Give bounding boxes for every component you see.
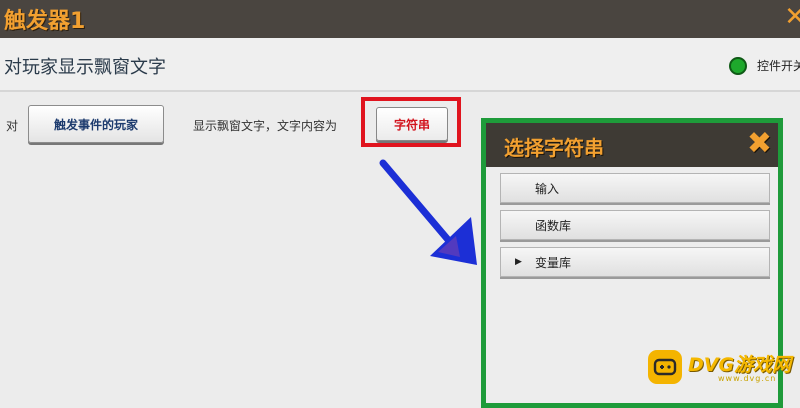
dialog-header: 选择字符串 ✖ xyxy=(486,123,778,167)
watermark-url: www.dvg.cn xyxy=(718,374,777,383)
gamepad-logo-icon xyxy=(648,350,682,384)
option-function-library[interactable]: 函数库 xyxy=(500,210,770,240)
option-variable-library[interactable]: ▶ 变量库 xyxy=(500,247,770,277)
expand-caret-icon: ▶ xyxy=(515,257,522,267)
option-label: 变量库 xyxy=(535,255,572,270)
option-label: 函数库 xyxy=(535,218,572,233)
dialog-title: 选择字符串 xyxy=(504,136,604,160)
option-label: 输入 xyxy=(535,181,560,196)
option-input[interactable]: 输入 xyxy=(500,173,770,203)
watermark-text: DVG游戏网 xyxy=(688,354,792,376)
dialog-close-icon[interactable]: ✖ xyxy=(747,127,772,161)
